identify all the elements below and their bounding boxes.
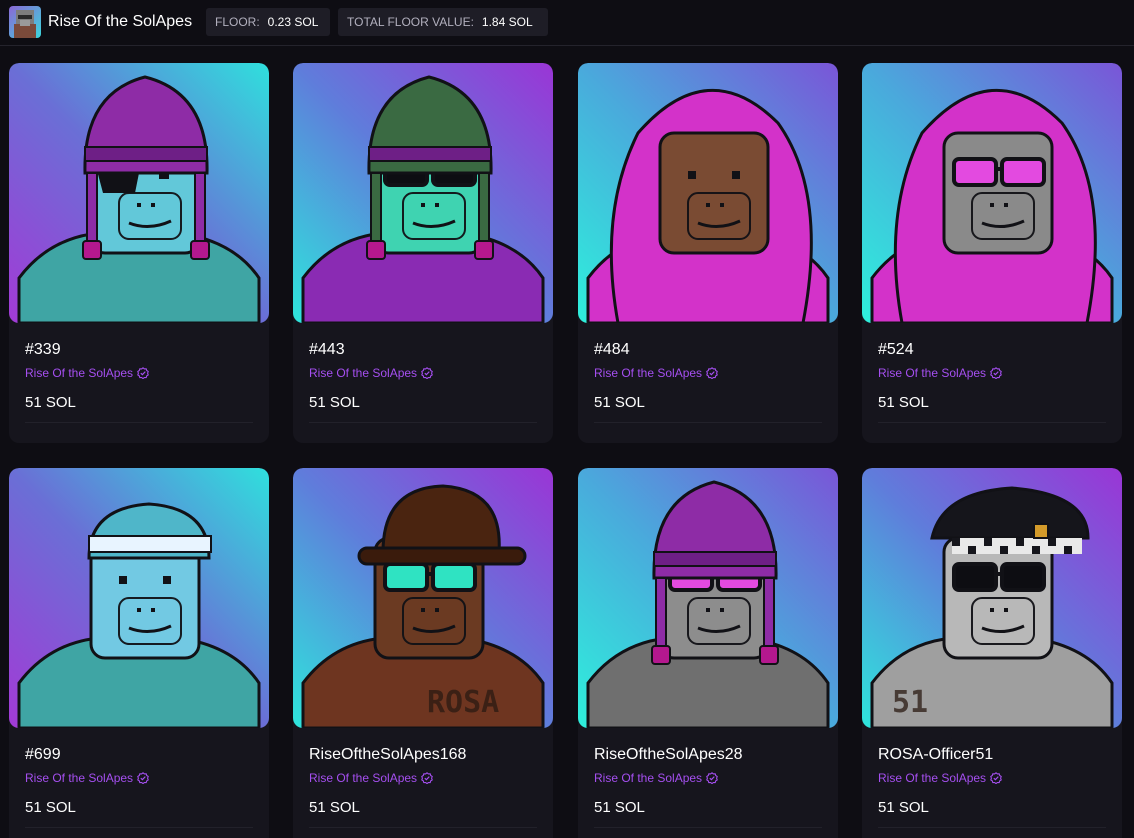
nft-image[interactable]: 51	[862, 468, 1122, 728]
nft-price: 51 SOL	[878, 394, 929, 411]
card-divider	[25, 422, 253, 423]
nft-collection-name: Rise Of the SolApes	[594, 366, 703, 380]
verified-badge-icon	[706, 772, 718, 785]
verified-badge-icon	[421, 772, 433, 785]
verified-badge-icon	[706, 367, 718, 380]
verified-badge-icon	[137, 367, 149, 380]
nft-image[interactable]	[862, 63, 1122, 323]
nft-name[interactable]: #484	[594, 340, 630, 360]
verified-badge-icon	[990, 772, 1002, 785]
nft-card[interactable]: #524 Rise Of the SolApes 51 SOL	[862, 63, 1122, 443]
nft-price: 51 SOL	[309, 394, 360, 411]
nft-price: 51 SOL	[878, 799, 929, 816]
card-divider	[309, 827, 537, 828]
total-floor-value-stat: TOTAL FLOOR VALUE: 1.84 SOL	[338, 8, 548, 36]
nft-collection-name: Rise Of the SolApes	[25, 771, 134, 785]
nft-collection-link[interactable]: Rise Of the SolApes	[878, 771, 1002, 785]
nft-image[interactable]	[578, 63, 838, 323]
floor-label: FLOOR:	[215, 15, 260, 29]
nft-collection-link[interactable]: Rise Of the SolApes	[25, 366, 149, 380]
nft-name[interactable]: RiseOftheSolApes28	[594, 745, 743, 765]
nft-collection-link[interactable]: Rise Of the SolApes	[594, 771, 718, 785]
collection-avatar[interactable]	[9, 6, 41, 38]
nft-name[interactable]: #524	[878, 340, 914, 360]
nft-price: 51 SOL	[309, 799, 360, 816]
nft-price: 51 SOL	[594, 799, 645, 816]
nft-collection-name: Rise Of the SolApes	[309, 771, 418, 785]
nft-price: 51 SOL	[25, 799, 76, 816]
nft-image[interactable]	[293, 63, 553, 323]
nft-name[interactable]: #339	[25, 340, 61, 360]
floor-value: 0.23 SOL	[267, 15, 319, 29]
verified-badge-icon	[421, 367, 433, 380]
nft-collection-name: Rise Of the SolApes	[309, 366, 418, 380]
card-divider	[878, 422, 1106, 423]
nft-name[interactable]: #699	[25, 745, 61, 765]
nft-name[interactable]: ROSA-Officer51	[878, 745, 993, 765]
nft-card[interactable]: #484 Rise Of the SolApes 51 SOL	[578, 63, 838, 443]
total-floor-value-label: TOTAL FLOOR VALUE:	[347, 15, 474, 29]
card-divider	[878, 827, 1106, 828]
verified-badge-icon	[137, 772, 149, 785]
nft-card[interactable]: ROSA RiseOftheSolApes168 Rise Of the SolAp…	[293, 468, 553, 838]
verified-badge-icon	[990, 367, 1002, 380]
nft-name[interactable]: #443	[309, 340, 345, 360]
floor-stat: FLOOR: 0.23 SOL	[206, 8, 330, 36]
nft-name[interactable]: RiseOftheSolApes168	[309, 745, 466, 765]
nft-image[interactable]	[578, 468, 838, 728]
nft-collection-link[interactable]: Rise Of the SolApes	[309, 366, 433, 380]
nft-collection-link[interactable]: Rise Of the SolApes	[594, 366, 718, 380]
card-divider	[25, 827, 253, 828]
nft-collection-link[interactable]: Rise Of the SolApes	[309, 771, 433, 785]
collection-header: Rise Of the SolApes FLOOR: 0.23 SOL TOTA…	[0, 0, 1134, 46]
total-floor-value: 1.84 SOL	[481, 15, 533, 29]
nft-collection-name: Rise Of the SolApes	[878, 366, 987, 380]
nft-card[interactable]: RiseOftheSolApes28 Rise Of the SolApes 51 …	[578, 468, 838, 838]
card-divider	[309, 422, 537, 423]
nft-collection-name: Rise Of the SolApes	[25, 366, 134, 380]
card-divider	[594, 827, 822, 828]
nft-price: 51 SOL	[25, 394, 76, 411]
nft-card[interactable]: #339 Rise Of the SolApes 51 SOL	[9, 63, 269, 443]
collection-name[interactable]: Rise Of the SolApes	[48, 12, 192, 32]
nft-card[interactable]: #699 Rise Of the SolApes 51 SOL	[9, 468, 269, 838]
svg-text:ROSA: ROSA	[427, 685, 499, 720]
svg-text:51: 51	[892, 685, 928, 720]
nft-image[interactable]	[9, 63, 269, 323]
nft-collection-name: Rise Of the SolApes	[878, 771, 987, 785]
nft-image[interactable]: ROSA	[293, 468, 553, 728]
nft-collection-link[interactable]: Rise Of the SolApes	[878, 366, 1002, 380]
nft-collection-name: Rise Of the SolApes	[594, 771, 703, 785]
card-divider	[594, 422, 822, 423]
nft-card[interactable]: #443 Rise Of the SolApes 51 SOL	[293, 63, 553, 443]
nft-price: 51 SOL	[594, 394, 645, 411]
nft-image[interactable]	[9, 468, 269, 728]
nft-collection-link[interactable]: Rise Of the SolApes	[25, 771, 149, 785]
nft-card[interactable]: 51 ROSA-Officer51 Rise Of the SolApes 51 SO…	[862, 468, 1122, 838]
